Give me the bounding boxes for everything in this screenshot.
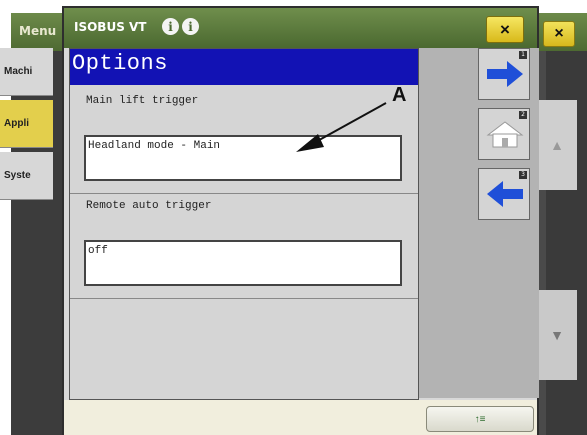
annotation-arrow-icon: [296, 102, 387, 152]
